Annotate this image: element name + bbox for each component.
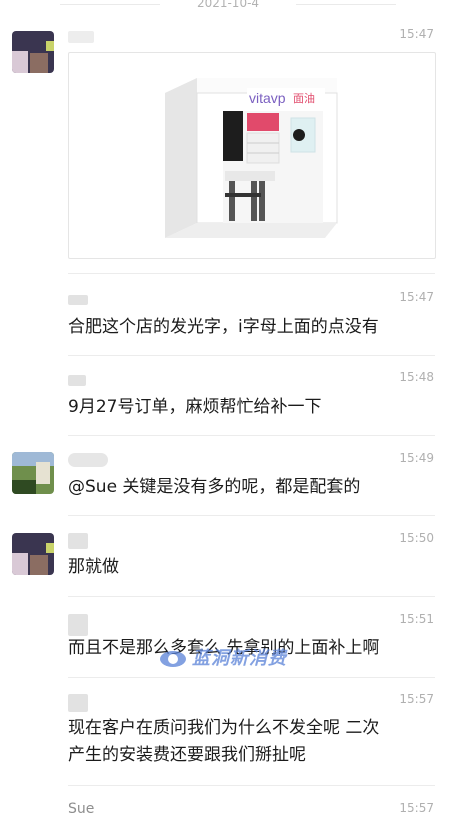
message-divider xyxy=(68,435,435,436)
watermark: 蓝洞新消费 xyxy=(160,644,287,670)
avatar[interactable] xyxy=(12,31,54,73)
message-text: 合肥这个店的发光字，i字母上面的点没有 xyxy=(68,317,379,337)
sender-name xyxy=(68,694,88,716)
message-divider xyxy=(68,515,435,516)
message-text: 那就做 xyxy=(68,557,119,577)
message-time: 15:57 xyxy=(399,801,434,815)
message-time: 15:57 xyxy=(399,692,434,706)
date-divider-right xyxy=(296,4,396,5)
sender-name xyxy=(68,453,108,471)
brand-sign-cn: 面油 xyxy=(293,91,315,105)
message-divider xyxy=(68,785,435,786)
avatar[interactable] xyxy=(12,452,54,494)
watermark-text: 蓝洞新消费 xyxy=(192,648,287,669)
message-divider xyxy=(68,677,435,678)
message-text: 现在客户在质问我们为什么不发全呢 二次 xyxy=(68,718,380,738)
date-header: 2021-10-4 xyxy=(196,0,260,10)
message-divider xyxy=(68,273,435,274)
message-time: 15:47 xyxy=(399,27,434,41)
message-text: 产生的安装费还要跟我们掰扯呢 xyxy=(68,745,306,765)
sender-name xyxy=(68,294,88,309)
image-attachment[interactable]: vitavp 面油 xyxy=(68,52,436,259)
message-time: 15:50 xyxy=(399,531,434,545)
message-divider xyxy=(68,355,435,356)
sender-name: Sue xyxy=(68,801,95,817)
message-time: 15:49 xyxy=(399,451,434,465)
message-text: @Sue 关键是没有多的呢，都是配套的 xyxy=(68,477,361,497)
brand-sign: vitavp xyxy=(249,90,286,106)
message-text: 9月27号订单，麻烦帮忙给补一下 xyxy=(68,397,322,417)
sender-name xyxy=(68,533,88,553)
message-time: 15:48 xyxy=(399,370,434,384)
message-time: 15:51 xyxy=(399,612,434,626)
watermark-eye-icon xyxy=(160,651,186,667)
message-time: 15:47 xyxy=(399,290,434,304)
sender-name xyxy=(68,375,86,390)
sender-name xyxy=(68,31,94,47)
avatar[interactable] xyxy=(12,533,54,575)
message-divider xyxy=(68,596,435,597)
store-booth-image: vitavp 面油 xyxy=(165,78,338,238)
